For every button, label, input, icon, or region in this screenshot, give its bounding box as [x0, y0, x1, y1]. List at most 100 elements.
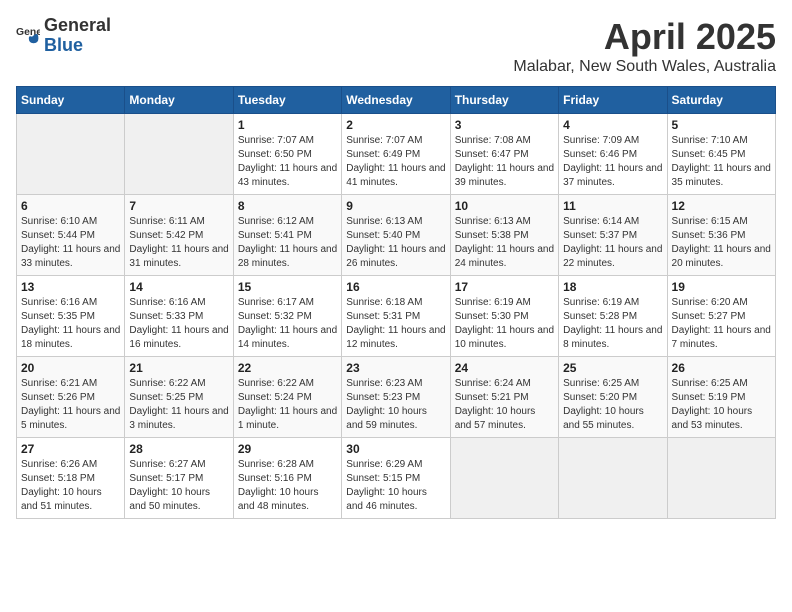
day-info: Sunrise: 6:25 AMSunset: 5:20 PMDaylight:… — [563, 377, 662, 433]
calendar-cell — [450, 438, 558, 519]
calendar-cell: 6 Sunrise: 6:10 AMSunset: 5:44 PMDaylight… — [17, 195, 125, 276]
day-number: 7 — [129, 199, 228, 213]
day-info: Sunrise: 6:28 AMSunset: 5:16 PMDaylight:… — [238, 458, 337, 514]
calendar-cell: 9Sunrise: 6:13 AMSunset: 5:40 PMDaylight… — [342, 195, 450, 276]
day-info: Sunrise: 6:25 AMSunset: 5:19 PMDaylight:… — [672, 377, 771, 433]
day-info: Sunrise: 6:11 AMSunset: 5:42 PMDaylight:… — [129, 215, 228, 271]
calendar-cell: 27 Sunrise: 6:26 AMSunset: 5:18 PMDayligh… — [17, 438, 125, 519]
day-info: Sunrise: 6:26 AMSunset: 5:18 PMDaylight:… — [21, 458, 120, 514]
calendar-cell — [667, 438, 775, 519]
calendar-cell: 22 Sunrise: 6:22 AMSunset: 5:24 PMDayligh… — [233, 357, 341, 438]
day-number: 6 — [21, 199, 120, 213]
day-info: Sunrise: 6:27 AMSunset: 5:17 PMDaylight:… — [129, 458, 228, 514]
calendar-cell: 19 Sunrise: 6:20 AMSunset: 5:27 PMDayligh… — [667, 276, 775, 357]
day-header-wednesday: Wednesday — [342, 87, 450, 114]
calendar-cell: 7 Sunrise: 6:11 AMSunset: 5:42 PMDaylight… — [125, 195, 233, 276]
day-number: 25 — [563, 361, 662, 375]
calendar-week-2: 6 Sunrise: 6:10 AMSunset: 5:44 PMDaylight… — [17, 195, 776, 276]
calendar-cell: 30 Sunrise: 6:29 AMSunset: 5:15 PMDayligh… — [342, 438, 450, 519]
calendar-cell: 13Sunrise: 6:16 AMSunset: 5:35 PMDayligh… — [17, 276, 125, 357]
day-info: Sunrise: 7:10 AMSunset: 6:45 PMDaylight:… — [672, 134, 771, 190]
day-number: 3 — [455, 118, 554, 132]
day-number: 23 — [346, 361, 445, 375]
day-number: 8 — [238, 199, 337, 213]
title-area: April 2025 Malabar, New South Wales, Aus… — [513, 16, 776, 76]
day-number: 30 — [346, 442, 445, 456]
calendar-cell: 4 Sunrise: 7:09 AMSunset: 6:46 PMDaylight… — [559, 114, 667, 195]
day-header-friday: Friday — [559, 87, 667, 114]
calendar-cell: 12 Sunrise: 6:15 AMSunset: 5:36 PMDayligh… — [667, 195, 775, 276]
calendar-cell: 25 Sunrise: 6:25 AMSunset: 5:20 PMDayligh… — [559, 357, 667, 438]
calendar-cell: 5 Sunrise: 7:10 AMSunset: 6:45 PMDaylight… — [667, 114, 775, 195]
day-number: 21 — [129, 361, 228, 375]
calendar-cell: 16Sunrise: 6:18 AMSunset: 5:31 PMDayligh… — [342, 276, 450, 357]
day-header-saturday: Saturday — [667, 87, 775, 114]
calendar-cell: 3 Sunrise: 7:08 AMSunset: 6:47 PMDaylight… — [450, 114, 558, 195]
day-number: 12 — [672, 199, 771, 213]
calendar-cell: 2Sunrise: 7:07 AMSunset: 6:49 PMDaylight… — [342, 114, 450, 195]
calendar-cell: 11Sunrise: 6:14 AMSunset: 5:37 PMDayligh… — [559, 195, 667, 276]
day-info: Sunrise: 6:23 AMSunset: 5:23 PMDaylight:… — [346, 377, 445, 433]
calendar-cell: 23 Sunrise: 6:23 AMSunset: 5:23 PMDayligh… — [342, 357, 450, 438]
day-info: Sunrise: 6:22 AMSunset: 5:24 PMDaylight:… — [238, 377, 337, 433]
day-info: Sunrise: 6:29 AMSunset: 5:15 PMDaylight:… — [346, 458, 445, 514]
day-header-monday: Monday — [125, 87, 233, 114]
day-info: Sunrise: 7:09 AMSunset: 6:46 PMDaylight:… — [563, 134, 662, 190]
day-number: 20 — [21, 361, 120, 375]
day-info: Sunrise: 6:16 AMSunset: 5:33 PMDaylight:… — [129, 296, 228, 352]
day-info: Sunrise: 6:20 AMSunset: 5:27 PMDaylight:… — [672, 296, 771, 352]
day-number: 1 — [238, 118, 337, 132]
calendar-cell: 28 Sunrise: 6:27 AMSunset: 5:17 PMDayligh… — [125, 438, 233, 519]
calendar-cell: 24Sunrise: 6:24 AMSunset: 5:21 PMDayligh… — [450, 357, 558, 438]
day-info: Sunrise: 6:12 AMSunset: 5:41 PMDaylight:… — [238, 215, 337, 271]
day-info: Sunrise: 6:21 AMSunset: 5:26 PMDaylight:… — [21, 377, 120, 433]
day-info: Sunrise: 6:19 AMSunset: 5:30 PMDaylight:… — [455, 296, 554, 352]
day-info: Sunrise: 6:10 AMSunset: 5:44 PMDaylight:… — [21, 215, 120, 271]
day-number: 14 — [129, 280, 228, 294]
calendar-cell: 26 Sunrise: 6:25 AMSunset: 5:19 PMDayligh… — [667, 357, 775, 438]
day-number: 28 — [129, 442, 228, 456]
day-header-sunday: Sunday — [17, 87, 125, 114]
logo: General General Blue — [16, 16, 111, 56]
calendar-header-row: SundayMondayTuesdayWednesdayThursdayFrid… — [17, 87, 776, 114]
calendar-cell: 17 Sunrise: 6:19 AMSunset: 5:30 PMDayligh… — [450, 276, 558, 357]
day-info: Sunrise: 6:16 AMSunset: 5:35 PMDaylight:… — [21, 296, 120, 352]
day-info: Sunrise: 6:17 AMSunset: 5:32 PMDaylight:… — [238, 296, 337, 352]
calendar-cell: 18Sunrise: 6:19 AMSunset: 5:28 PMDayligh… — [559, 276, 667, 357]
logo-icon: General — [16, 24, 40, 48]
day-number: 24 — [455, 361, 554, 375]
header: General General Blue April 2025 Malabar,… — [16, 16, 776, 76]
calendar-week-3: 13Sunrise: 6:16 AMSunset: 5:35 PMDayligh… — [17, 276, 776, 357]
day-number: 29 — [238, 442, 337, 456]
day-number: 10 — [455, 199, 554, 213]
calendar-cell: 14 Sunrise: 6:16 AMSunset: 5:33 PMDayligh… — [125, 276, 233, 357]
day-info: Sunrise: 6:14 AMSunset: 5:37 PMDaylight:… — [563, 215, 662, 271]
day-number: 17 — [455, 280, 554, 294]
day-number: 15 — [238, 280, 337, 294]
day-info: Sunrise: 7:07 AMSunset: 6:50 PMDaylight:… — [238, 134, 337, 190]
calendar-cell: 29 Sunrise: 6:28 AMSunset: 5:16 PMDayligh… — [233, 438, 341, 519]
calendar-cell: 20 Sunrise: 6:21 AMSunset: 5:26 PMDayligh… — [17, 357, 125, 438]
day-number: 2 — [346, 118, 445, 132]
day-info: Sunrise: 6:22 AMSunset: 5:25 PMDaylight:… — [129, 377, 228, 433]
calendar-cell: 15 Sunrise: 6:17 AMSunset: 5:32 PMDayligh… — [233, 276, 341, 357]
day-info: Sunrise: 7:08 AMSunset: 6:47 PMDaylight:… — [455, 134, 554, 190]
calendar-week-4: 20 Sunrise: 6:21 AMSunset: 5:26 PMDayligh… — [17, 357, 776, 438]
day-number: 18 — [563, 280, 662, 294]
subtitle: Malabar, New South Wales, Australia — [513, 58, 776, 76]
logo-blue: Blue — [44, 36, 111, 56]
calendar-cell: 8 Sunrise: 6:12 AMSunset: 5:41 PMDaylight… — [233, 195, 341, 276]
day-number: 9 — [346, 199, 445, 213]
calendar-cell: 1 Sunrise: 7:07 AMSunset: 6:50 PMDaylight… — [233, 114, 341, 195]
day-number: 19 — [672, 280, 771, 294]
calendar-cell — [559, 438, 667, 519]
logo-general: General — [44, 16, 111, 36]
calendar-week-1: 1 Sunrise: 7:07 AMSunset: 6:50 PMDaylight… — [17, 114, 776, 195]
day-number: 4 — [563, 118, 662, 132]
day-number: 16 — [346, 280, 445, 294]
day-info: Sunrise: 6:15 AMSunset: 5:36 PMDaylight:… — [672, 215, 771, 271]
day-number: 26 — [672, 361, 771, 375]
day-number: 5 — [672, 118, 771, 132]
day-number: 22 — [238, 361, 337, 375]
day-number: 27 — [21, 442, 120, 456]
